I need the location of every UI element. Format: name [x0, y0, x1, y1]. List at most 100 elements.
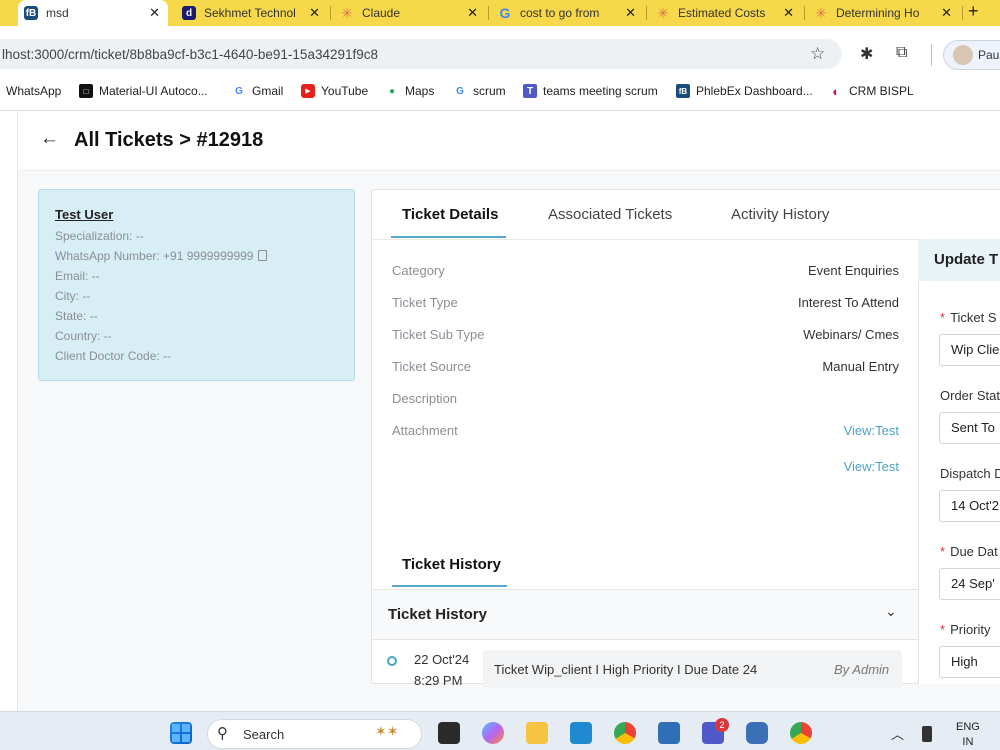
url-text[interactable]: lhost:3000/crm/ticket/8b8ba9cf-b3c1-4640…: [2, 47, 378, 62]
bookmark-youtube[interactable]: ▶ YouTube: [301, 84, 368, 98]
required-marker: *: [940, 544, 946, 559]
close-icon[interactable]: ✕: [783, 5, 794, 21]
field-label-order-status: Order Stat: [940, 388, 1000, 403]
tab-determining[interactable]: ✳ Determining Ho ✕: [808, 0, 960, 26]
field-label-priority: * Priority: [940, 622, 991, 637]
user-client-doctor-code: Client Doctor Code: --: [55, 349, 172, 363]
user-city: City: --: [55, 289, 91, 303]
dispatch-date-value: 14 Oct'2: [951, 498, 1000, 513]
chrome-icon[interactable]: [790, 722, 812, 744]
attachment-link[interactable]: View:Test: [844, 423, 899, 438]
chevron-up-icon[interactable]: ︿: [891, 724, 904, 743]
bookmark-material-ui[interactable]: □ Material-UI Autoco...: [79, 84, 208, 98]
tab-label: Determining Ho: [836, 6, 920, 20]
bookmark-maps[interactable]: ● Maps: [385, 84, 434, 98]
history-text: Ticket Wip_client I High Priority I Due …: [494, 662, 758, 677]
crm-icon: ◐: [832, 83, 840, 99]
bookmark-scrum[interactable]: Gscrum: [453, 84, 506, 98]
battery-icon[interactable]: [922, 726, 932, 742]
back-arrow-icon[interactable]: ←: [40, 128, 59, 150]
tab-cost[interactable]: G cost to go from ✕: [492, 0, 644, 26]
bookmark-gmail[interactable]: G Gmail: [232, 84, 283, 98]
tab-ticket-history[interactable]: Ticket History: [402, 556, 501, 573]
phlebex-icon: fB: [676, 84, 690, 98]
history-author: By Admin: [834, 662, 890, 677]
left-nav-strip: [0, 111, 18, 711]
task-view-icon[interactable]: [438, 722, 460, 744]
tab-ticket-details[interactable]: Ticket Details: [402, 206, 498, 223]
chrome-icon[interactable]: [614, 722, 636, 744]
history-date: 22 Oct'24: [414, 652, 470, 667]
tab-estimated[interactable]: ✳ Estimated Costs ✕: [650, 0, 802, 26]
user-name[interactable]: Test User: [55, 207, 113, 222]
active-tab-indicator: [391, 236, 506, 238]
bookmark-label: Material-UI Autoco...: [99, 84, 208, 98]
browser-window: { "browser": { "tabs": [ {"label": "msd"…: [0, 0, 1000, 750]
avatar: [953, 45, 973, 65]
bookmark-whatsapp[interactable]: WhatsApp: [6, 84, 61, 98]
detail-label-ticket-source: Ticket Source: [392, 359, 471, 374]
search-placeholder: Search: [243, 727, 285, 742]
new-tab-button[interactable]: +: [968, 1, 979, 22]
bookmark-label: teams meeting scrum: [543, 84, 658, 98]
detail-label-ticket-sub-type: Ticket Sub Type: [392, 327, 485, 342]
close-icon[interactable]: ✕: [309, 5, 320, 21]
close-icon[interactable]: ✕: [149, 5, 160, 21]
field-label-text: Ticket S: [950, 310, 997, 325]
tab-label: Sekhmet Technol: [204, 6, 296, 20]
active-tab-indicator: [392, 585, 507, 587]
tab-msd[interactable]: fB msd ✕: [18, 0, 168, 26]
search-highlight-icon: ✶✶: [375, 723, 399, 739]
attachment-link[interactable]: View:Test: [844, 459, 899, 474]
bookmark-star-icon[interactable]: ☆: [810, 44, 825, 64]
field-label-text: Priority: [950, 622, 991, 637]
user-email: Email: --: [55, 269, 100, 283]
update-panel: [918, 239, 1000, 684]
file-explorer-icon[interactable]: [526, 722, 548, 744]
security-shield-icon[interactable]: [746, 722, 768, 744]
tab-label: cost to go from: [520, 6, 600, 20]
notepad-icon[interactable]: [658, 722, 680, 744]
bookmark-label: CRM BISPL: [849, 84, 914, 98]
tab-sekhmet[interactable]: d Sekhmet Technol ✕: [176, 0, 328, 26]
vscode-icon[interactable]: [570, 722, 592, 744]
tab-associated-tickets[interactable]: Associated Tickets: [548, 206, 672, 223]
timeline-dot: [387, 656, 397, 666]
breadcrumb: All Tickets > #12918: [74, 129, 264, 151]
copilot-icon[interactable]: [482, 722, 504, 744]
field-label-text: Dispatch D: [940, 466, 1000, 481]
ticket-status-value: Wip Clie: [951, 342, 1000, 357]
profile-name: Paus: [978, 48, 1000, 62]
copy-icon[interactable]: [258, 250, 268, 261]
history-time: 8:29 PM: [414, 673, 463, 688]
tab-label: Estimated Costs: [678, 6, 766, 20]
windows-start-icon[interactable]: [170, 722, 192, 744]
tab-activity-history[interactable]: Activity History: [731, 206, 829, 223]
required-marker: *: [940, 622, 946, 637]
dribbble-d-icon: d: [182, 6, 196, 20]
bookmark-label: Gmail: [252, 84, 284, 98]
bookmark-label: WhatsApp: [6, 84, 62, 98]
whatsapp-number: WhatsApp Number: +91 9999999999: [55, 249, 254, 263]
language-indicator[interactable]: ENG IN: [956, 720, 980, 750]
detail-label-description: Description: [392, 391, 458, 406]
chevron-down-icon[interactable]: ⌄: [885, 603, 897, 620]
field-label-text: Due Dat: [950, 544, 998, 559]
google-icon: G: [235, 85, 243, 97]
user-country: Country: --: [55, 329, 112, 343]
extensions-puzzle-icon[interactable]: ⧉: [896, 44, 907, 62]
tab-claude[interactable]: ✳ Claude ✕: [334, 0, 486, 26]
extension-bug-icon[interactable]: ✱: [860, 44, 873, 64]
bookmark-teams[interactable]: Tteams meeting scrum: [523, 84, 658, 98]
bookmark-phlebex[interactable]: fB PhlebEx Dashboard...: [676, 84, 813, 98]
google-icon: G: [456, 85, 464, 97]
bookmark-crm[interactable]: ◐ CRM BISPL: [829, 83, 914, 99]
order-status-value: Sent To: [951, 420, 995, 435]
close-icon[interactable]: ✕: [941, 5, 952, 21]
bookmark-label: PhlebEx Dashboard...: [696, 84, 813, 98]
close-icon[interactable]: ✕: [625, 5, 636, 21]
user-state: State: --: [55, 309, 98, 323]
user-specialization: Specialization: --: [55, 229, 144, 243]
close-icon[interactable]: ✕: [467, 5, 478, 21]
field-label-ticket-status: * Ticket S: [940, 310, 997, 325]
